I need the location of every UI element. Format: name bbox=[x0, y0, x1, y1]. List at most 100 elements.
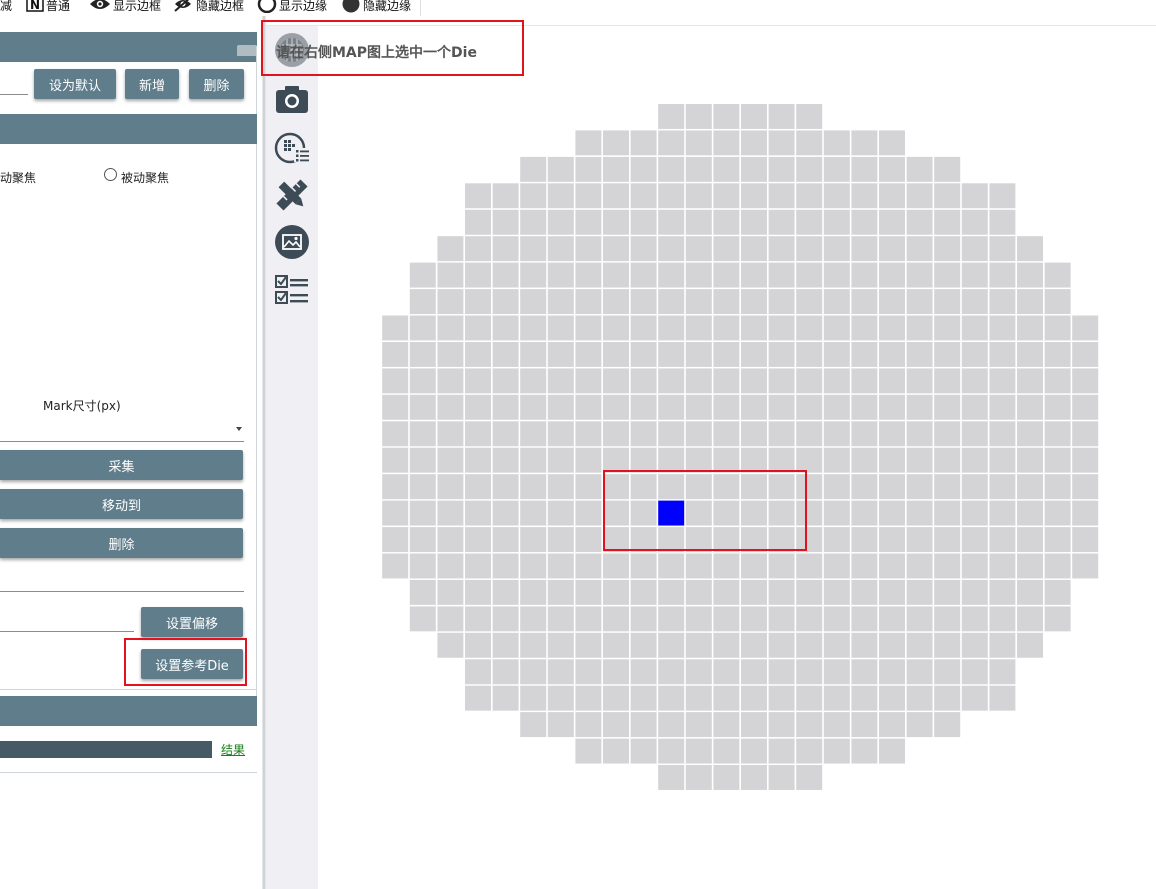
die-cell[interactable] bbox=[658, 236, 685, 262]
die-cell[interactable] bbox=[879, 421, 905, 447]
die-cell[interactable] bbox=[906, 183, 933, 209]
die-cell[interactable] bbox=[768, 606, 795, 632]
die-cell[interactable] bbox=[934, 579, 961, 605]
die-cell[interactable] bbox=[1017, 606, 1043, 632]
die-cell[interactable] bbox=[823, 632, 850, 658]
die-cell[interactable] bbox=[603, 315, 629, 341]
die-cell[interactable] bbox=[768, 765, 795, 790]
die-cell[interactable] bbox=[989, 447, 1016, 473]
die-cell[interactable] bbox=[906, 209, 933, 235]
die-cell[interactable] bbox=[796, 738, 823, 764]
die-cell[interactable] bbox=[685, 659, 712, 685]
die-cell[interactable] bbox=[630, 659, 657, 685]
die-cell[interactable] bbox=[851, 315, 878, 341]
die-cell[interactable] bbox=[630, 289, 657, 315]
die-cell[interactable] bbox=[603, 209, 629, 235]
die-cell[interactable] bbox=[879, 579, 905, 605]
die-cell[interactable] bbox=[1072, 421, 1099, 447]
die-cell[interactable] bbox=[575, 659, 602, 685]
move-to-button[interactable]: 移动到 bbox=[0, 489, 243, 519]
die-cell[interactable] bbox=[741, 130, 767, 156]
die-cell[interactable] bbox=[658, 421, 685, 447]
die-cell[interactable] bbox=[575, 738, 602, 764]
die-cell[interactable] bbox=[437, 500, 464, 526]
die-cell[interactable] bbox=[879, 500, 905, 526]
die-cell[interactable] bbox=[713, 130, 740, 156]
die-cell[interactable] bbox=[879, 632, 905, 658]
die-cell[interactable] bbox=[492, 659, 519, 685]
mark-size-select-underline[interactable] bbox=[0, 441, 244, 442]
die-cell[interactable] bbox=[934, 236, 961, 262]
die-cell[interactable] bbox=[603, 553, 629, 579]
die-cell[interactable] bbox=[961, 527, 988, 553]
die-cell[interactable] bbox=[796, 342, 823, 367]
die-cell[interactable] bbox=[851, 156, 878, 182]
die-cell[interactable] bbox=[851, 236, 878, 262]
die-cell[interactable] bbox=[492, 262, 519, 288]
die-cell[interactable] bbox=[713, 632, 740, 658]
die-cell[interactable] bbox=[823, 447, 850, 473]
die-cell[interactable] bbox=[741, 738, 767, 764]
die-cell[interactable] bbox=[989, 632, 1016, 658]
die-cell[interactable] bbox=[547, 394, 574, 420]
die-cell[interactable] bbox=[547, 579, 574, 605]
die-cell[interactable] bbox=[961, 474, 988, 500]
die-cell[interactable] bbox=[630, 712, 657, 738]
die-cell[interactable] bbox=[906, 262, 933, 288]
die-cell[interactable] bbox=[437, 579, 464, 605]
die-cell[interactable] bbox=[465, 421, 491, 447]
die-cell[interactable] bbox=[741, 659, 767, 685]
die-cell[interactable] bbox=[879, 606, 905, 632]
die-cell[interactable] bbox=[603, 236, 629, 262]
die-cell[interactable] bbox=[851, 447, 878, 473]
die-cell[interactable] bbox=[685, 130, 712, 156]
die-cell[interactable] bbox=[713, 579, 740, 605]
die-cell[interactable] bbox=[934, 659, 961, 685]
die-cell[interactable] bbox=[547, 236, 574, 262]
die-cell[interactable] bbox=[1044, 289, 1071, 315]
die-cell[interactable] bbox=[879, 183, 905, 209]
die-cell[interactable] bbox=[465, 183, 491, 209]
die-cell[interactable] bbox=[961, 685, 988, 711]
die-cell[interactable] bbox=[685, 156, 712, 182]
die-cell[interactable] bbox=[741, 368, 767, 394]
die-cell[interactable] bbox=[630, 315, 657, 341]
die-cell[interactable] bbox=[658, 579, 685, 605]
die-cell[interactable] bbox=[437, 394, 464, 420]
die-cell[interactable] bbox=[934, 632, 961, 658]
die-cell[interactable] bbox=[547, 527, 574, 553]
die-cell[interactable] bbox=[437, 553, 464, 579]
die-cell[interactable] bbox=[630, 183, 657, 209]
die-cell[interactable] bbox=[409, 421, 436, 447]
die-cell[interactable] bbox=[851, 659, 878, 685]
die-cell[interactable] bbox=[382, 315, 409, 341]
die-cell[interactable] bbox=[851, 685, 878, 711]
die-cell[interactable] bbox=[823, 342, 850, 367]
delete-mid-button[interactable]: 删除 bbox=[0, 528, 243, 558]
die-cell[interactable] bbox=[1017, 553, 1043, 579]
wafer-list-icon[interactable] bbox=[274, 130, 310, 166]
die-cell[interactable] bbox=[520, 579, 547, 605]
die-cell[interactable] bbox=[823, 156, 850, 182]
die-cell[interactable] bbox=[961, 209, 988, 235]
die-cell[interactable] bbox=[547, 447, 574, 473]
die-cell[interactable] bbox=[658, 659, 685, 685]
die-cell[interactable] bbox=[1072, 368, 1099, 394]
die-cell[interactable] bbox=[851, 368, 878, 394]
die-cell[interactable] bbox=[741, 262, 767, 288]
die-cell[interactable] bbox=[658, 447, 685, 473]
die-cell[interactable] bbox=[575, 236, 602, 262]
die-cell[interactable] bbox=[741, 156, 767, 182]
die-cell[interactable] bbox=[437, 447, 464, 473]
die-cell[interactable] bbox=[906, 315, 933, 341]
capture-button[interactable]: 采集 bbox=[0, 450, 243, 480]
set-default-button[interactable]: 设为默认 bbox=[34, 69, 116, 99]
die-cell[interactable] bbox=[879, 262, 905, 288]
die-cell[interactable] bbox=[1072, 553, 1099, 579]
die-cell[interactable] bbox=[465, 527, 491, 553]
die-cell[interactable] bbox=[685, 447, 712, 473]
die-cell[interactable] bbox=[823, 553, 850, 579]
checklist-icon[interactable] bbox=[274, 272, 310, 308]
die-cell[interactable] bbox=[630, 685, 657, 711]
die-cell[interactable] bbox=[741, 632, 767, 658]
